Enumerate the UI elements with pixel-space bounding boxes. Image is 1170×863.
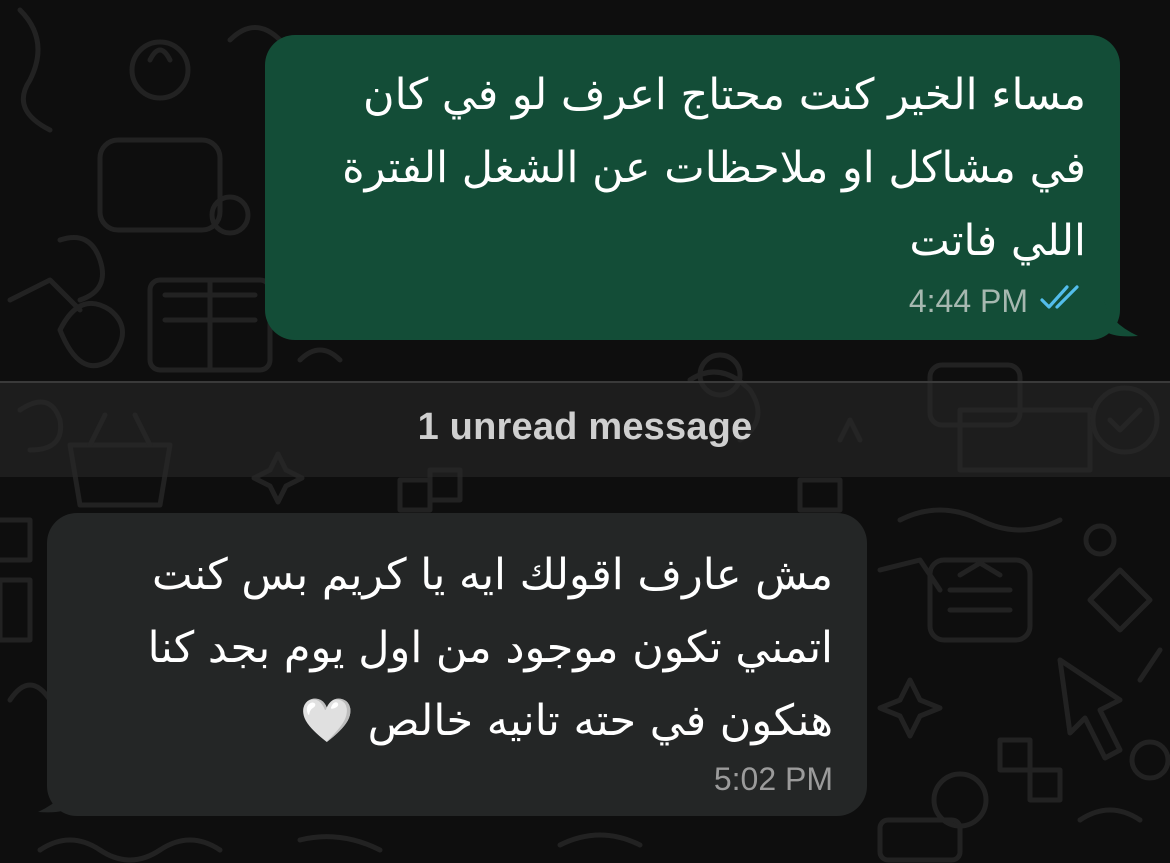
outgoing-message-bubble[interactable]: مساء الخير كنت محتاج اعرف لو في كان في م… bbox=[265, 35, 1120, 340]
incoming-bubble-tail bbox=[38, 776, 72, 813]
chat-view[interactable]: مساء الخير كنت محتاج اعرف لو في كان في م… bbox=[0, 0, 1170, 863]
outgoing-bubble-tail bbox=[1104, 300, 1138, 337]
outgoing-message-text: مساء الخير كنت محتاج اعرف لو في كان في م… bbox=[342, 70, 1086, 266]
unread-messages-divider: 1 unread message bbox=[0, 381, 1170, 477]
incoming-message-bubble[interactable]: مش عارف اقولك ايه يا كريم بس كنت اتمني ت… bbox=[47, 513, 867, 816]
double-check-icon bbox=[1040, 283, 1086, 320]
outgoing-message-time: 4:44 PM bbox=[908, 283, 1028, 319]
incoming-message-text: مش عارف اقولك ايه يا كريم بس كنت اتمني ت… bbox=[147, 550, 833, 746]
incoming-message-time: 5:02 PM bbox=[713, 761, 833, 797]
incoming-message-meta: 5:02 PM bbox=[714, 761, 833, 798]
outgoing-message-meta: 4:44 PM bbox=[909, 283, 1086, 320]
unread-messages-label: 1 unread message bbox=[417, 405, 753, 448]
